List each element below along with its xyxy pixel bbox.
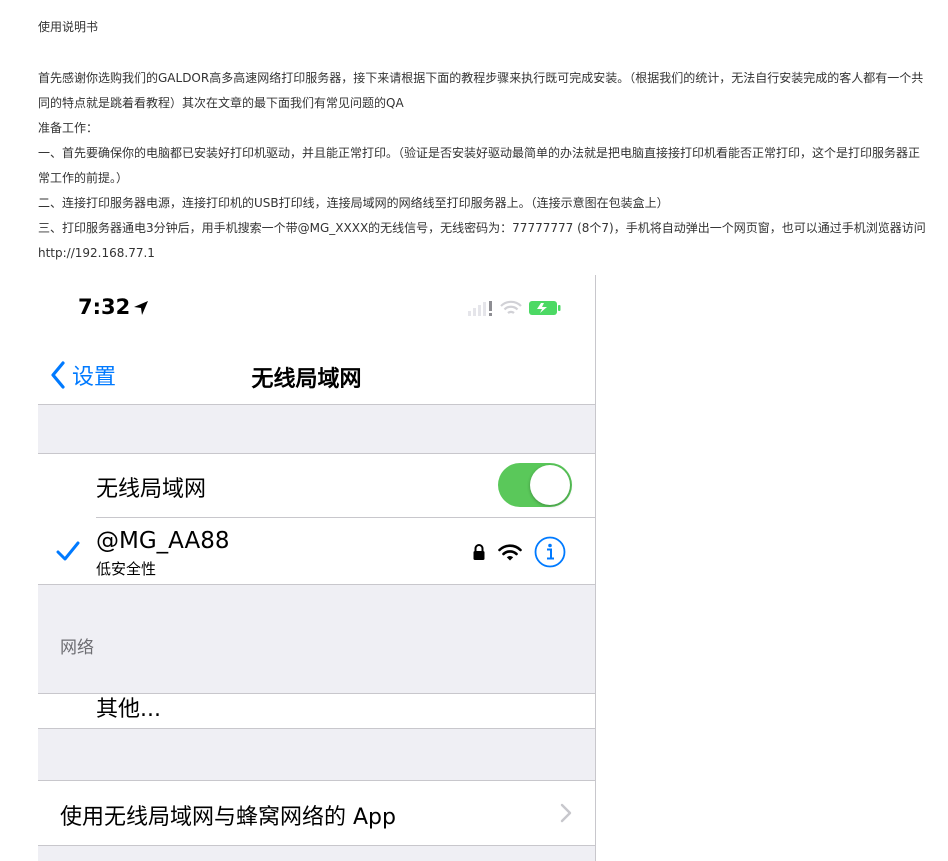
- wifi-cellular-apps-row[interactable]: 使用无线局域网与蜂窝网络的 App: [38, 781, 595, 845]
- network-security-note: 低安全性: [96, 560, 157, 578]
- other-network-row[interactable]: 其他...: [38, 694, 595, 728]
- network-icons: [472, 536, 566, 568]
- network-name: @MG_AA88: [96, 528, 230, 554]
- status-icons: [468, 300, 562, 316]
- nav-title: 无线局域网: [251, 367, 362, 392]
- networks-section-header: [38, 585, 595, 693]
- chevron-right-icon: [560, 803, 572, 823]
- doc-paragraph-intro: 首先感谢你选购我们的GALDOR高多高速网络打印服务器，接下来请根据下面的教程步…: [38, 71, 924, 110]
- status-time: 7:32: [78, 295, 149, 319]
- doc-title: 使用说明书: [38, 20, 99, 34]
- wifi-icon: [500, 300, 522, 314]
- battery-icon: [529, 301, 561, 315]
- connected-network-row[interactable]: @MG_AA88 低安全性: [38, 518, 595, 584]
- location-arrow-icon: [134, 301, 149, 315]
- group-spacer: [38, 846, 595, 861]
- networks-section-label: 网络: [60, 638, 94, 658]
- info-icon[interactable]: [534, 536, 566, 568]
- group-spacer: [38, 729, 595, 780]
- wifi-toggle-switch[interactable]: [498, 463, 572, 507]
- doc-paragraph-step-2: 二、连接打印服务器电源，连接打印机的USB打印线，连接局域网的网络线至打印服务器…: [38, 196, 669, 210]
- doc-paragraph-step-3: 三、打印服务器通电3分钟后，用手机搜索一个带@MG_XXXX的无线信号，无线密码…: [38, 221, 926, 260]
- wifi-cellular-apps-label: 使用无线局域网与蜂窝网络的 App: [60, 805, 396, 830]
- doc-paragraph-prep: 准备工作：: [38, 121, 99, 135]
- phone-screenshot: 7:32 设置 无线局域网 无线局域网 @MG_AA88 低安全性 网络 其他.…: [38, 275, 596, 861]
- lock-icon: [473, 544, 485, 560]
- doc-body: 首先感谢你选购我们的GALDOR高多高速网络打印服务器，接下来请根据下面的教程步…: [38, 66, 928, 266]
- doc-paragraph-step-1: 一、首先要确保你的电脑都已安装好打印机驱动，并且能正常打印。（验证是否安装好驱动…: [38, 146, 921, 185]
- nav-bar: 设置 无线局域网: [38, 347, 595, 405]
- cellular-icon: [468, 301, 492, 316]
- other-network-label: 其他...: [96, 697, 161, 722]
- toggle-knob: [530, 465, 570, 505]
- wifi-toggle-label: 无线局域网: [96, 477, 207, 502]
- wifi-icon: [498, 544, 522, 561]
- wifi-toggle-row: 无线局域网: [38, 454, 595, 517]
- checkmark-icon: [56, 541, 80, 561]
- group-spacer: [38, 405, 595, 453]
